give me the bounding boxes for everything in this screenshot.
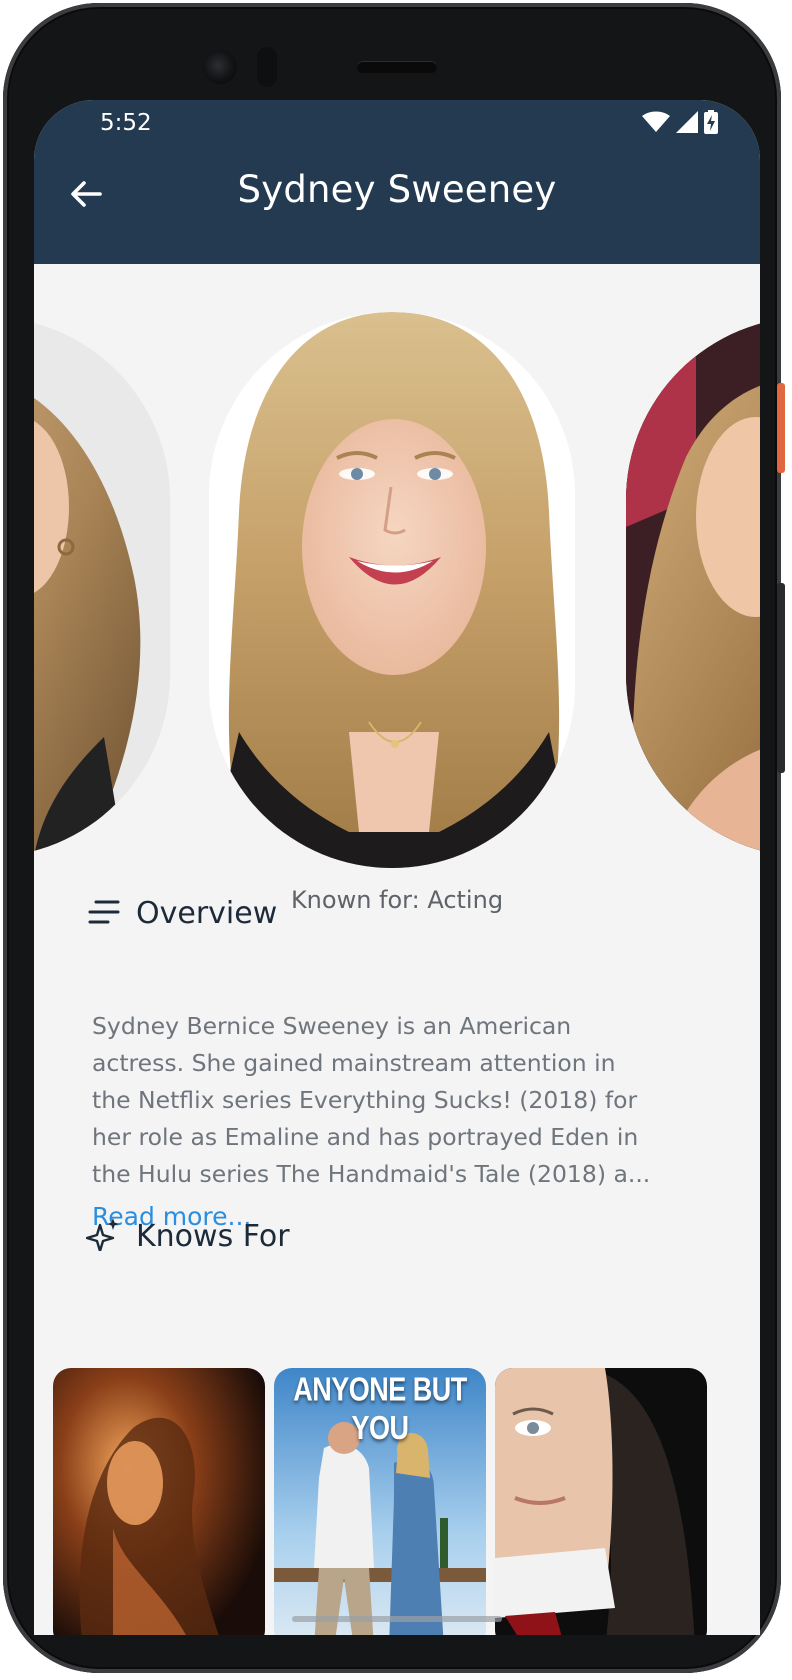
wifi-icon [642,111,670,137]
page-title: Sydney Sweeney [237,168,557,211]
volume-button [777,383,785,473]
app-screen: 5:52 Sydney Sweeney Known for: Acting Ov… [34,100,760,1635]
poster-card[interactable] [495,1368,707,1635]
overview-line: actress. She gained mainstream attention… [92,1049,616,1077]
overview-header: Overview [86,896,277,931]
earpiece-speaker [357,61,437,73]
status-time: 5:52 [100,110,152,136]
menu-lines-icon [86,898,120,930]
overview-title: Overview [136,896,278,931]
phone-frame: 5:52 Sydney Sweeney Known for: Acting Ov… [3,3,785,1673]
profile-image-main[interactable] [209,312,575,868]
sensor [257,47,277,87]
overview-text: Sydney Bernice Sweeney is an American ac… [92,1008,692,1193]
status-icons [642,110,718,138]
home-indicator[interactable] [292,1616,502,1622]
poster-card[interactable] [53,1368,265,1635]
signal-icon [676,111,698,137]
sparkles-icon [85,1217,120,1255]
overview-line: Sydney Bernice Sweeney is an American [92,1012,572,1040]
profile-image-previous[interactable] [34,317,170,857]
power-button [777,583,785,773]
profile-image-next[interactable] [626,317,760,857]
battery-charging-icon [704,110,718,138]
overview-line: the Hulu series The Handmaid's Tale (201… [92,1160,651,1188]
top-app-bar: 5:52 Sydney Sweeney [34,100,760,264]
knows-for-title: Knows For [136,1218,290,1254]
knows-for-header: Knows For [85,1217,290,1255]
poster-title: ANYONE BUT YOU [293,1370,467,1447]
poster-card[interactable]: ANYONE BUT YOU [274,1368,486,1635]
front-camera [203,50,237,84]
overview-line: her role as Emaline and has portrayed Ed… [92,1123,639,1151]
overview-line: the Netflix series Everything Sucks! (20… [92,1086,638,1114]
